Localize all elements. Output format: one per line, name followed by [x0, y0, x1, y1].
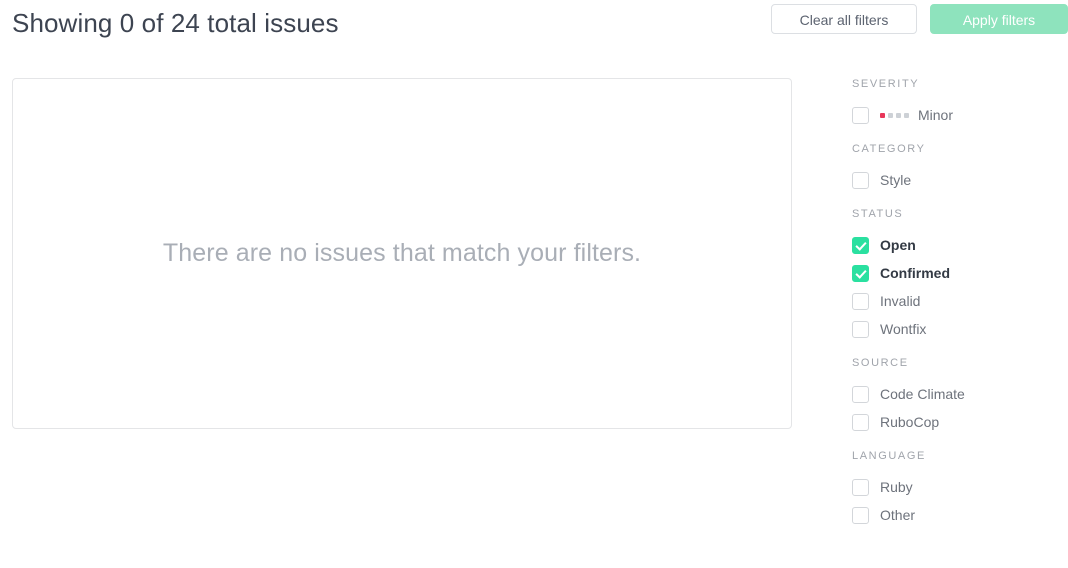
- checkbox-checked-icon[interactable]: [852, 236, 869, 254]
- filter-group-severity: SEVERITY Minor: [852, 78, 1058, 129]
- empty-state-message: There are no issues that match your filt…: [162, 239, 642, 267]
- checkbox-unchecked-icon[interactable]: [852, 106, 869, 124]
- page-header: Showing 0 of 24 total issues Clear all f…: [0, 0, 1068, 52]
- filter-option-label: Confirmed: [880, 265, 950, 281]
- page-title: Showing 0 of 24 total issues: [12, 8, 339, 38]
- checkbox-unchecked-icon[interactable]: [852, 413, 869, 431]
- filter-option-label: Ruby: [880, 479, 913, 495]
- filter-option-label: Style: [880, 172, 912, 188]
- filter-option-code-climate[interactable]: Code Climate: [852, 380, 1058, 408]
- checkbox-unchecked-icon[interactable]: [852, 171, 869, 189]
- checkbox-unchecked-icon[interactable]: [852, 478, 869, 496]
- filter-group-title: LANGUAGE: [852, 450, 926, 462]
- severity-dot-active: [880, 112, 885, 118]
- checkbox-unchecked-icon[interactable]: [852, 320, 869, 338]
- clear-all-filters-button[interactable]: Clear all filters: [771, 4, 917, 34]
- filter-option-invalid[interactable]: Invalid: [852, 287, 1058, 315]
- filter-group-status: STATUS Open Confirmed Invalid Wontfix: [852, 208, 1058, 343]
- filter-group-language: LANGUAGE Ruby Other: [852, 450, 1058, 529]
- filter-option-label: Other: [880, 507, 916, 523]
- filter-option-label: Open: [880, 237, 916, 253]
- checkbox-checked-icon[interactable]: [852, 264, 869, 282]
- issues-list-panel: There are no issues that match your filt…: [12, 78, 792, 429]
- filter-group-title: SEVERITY: [852, 78, 920, 90]
- filter-option-other[interactable]: Other: [852, 501, 1058, 529]
- checkbox-unchecked-icon[interactable]: [852, 506, 869, 524]
- filter-group-category: CATEGORY Style: [852, 143, 1058, 194]
- header-actions: Clear all filters Apply filters: [771, 4, 1068, 34]
- severity-dot-inactive: [904, 112, 909, 118]
- filter-option-minor[interactable]: Minor: [852, 101, 1058, 129]
- severity-dot-inactive: [888, 112, 893, 118]
- checkbox-unchecked-icon[interactable]: [852, 385, 869, 403]
- filter-group-title: CATEGORY: [852, 143, 926, 155]
- filter-option-confirmed[interactable]: Confirmed: [852, 259, 1058, 287]
- filter-option-ruby[interactable]: Ruby: [852, 473, 1058, 501]
- filters-sidebar: SEVERITY Minor CATEGORY Style STATUS Open Conf…: [852, 78, 1058, 529]
- apply-filters-button[interactable]: Apply filters: [930, 4, 1068, 34]
- severity-dot-inactive: [896, 112, 901, 118]
- filter-option-rubocop[interactable]: RuboCop: [852, 408, 1058, 436]
- filter-group-title: STATUS: [852, 208, 904, 220]
- filter-option-wontfix[interactable]: Wontfix: [852, 315, 1058, 343]
- filter-option-label: Invalid: [880, 293, 921, 309]
- filter-group-source: SOURCE Code Climate RuboCop: [852, 357, 1058, 436]
- filter-option-style[interactable]: Style: [852, 166, 1058, 194]
- severity-dots-indicator: [880, 112, 909, 118]
- filter-option-label: Code Climate: [880, 386, 965, 402]
- filter-option-label: RuboCop: [880, 414, 940, 430]
- filter-group-title: SOURCE: [852, 357, 909, 369]
- filter-option-label: Wontfix: [880, 321, 927, 337]
- filter-option-open[interactable]: Open: [852, 231, 1058, 259]
- filter-option-label: Minor: [918, 107, 954, 123]
- checkbox-unchecked-icon[interactable]: [852, 292, 869, 310]
